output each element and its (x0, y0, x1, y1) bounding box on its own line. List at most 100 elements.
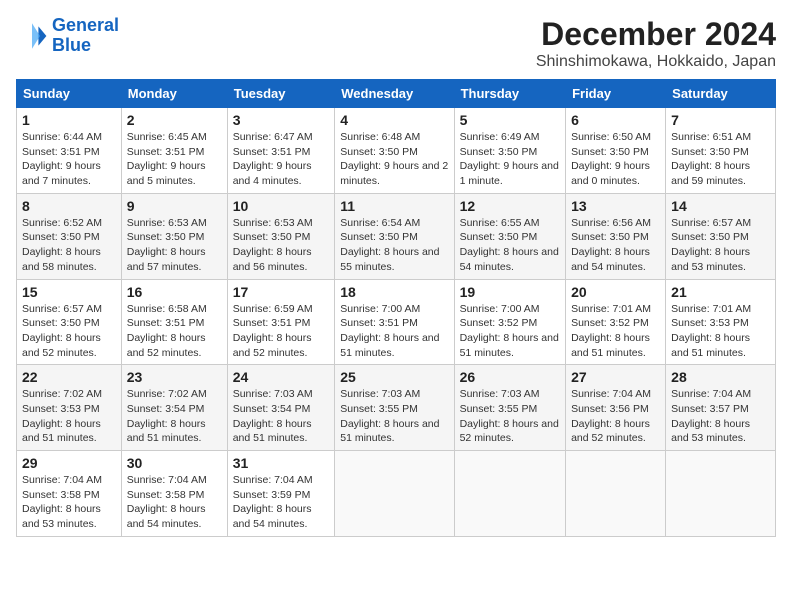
day-number: 18 (340, 284, 448, 300)
page-header: General Blue December 2024 Shinshimokawa… (16, 16, 776, 71)
calendar-cell (566, 451, 666, 537)
day-number: 11 (340, 198, 448, 214)
day-number: 21 (671, 284, 770, 300)
calendar-cell: 31 Sunrise: 7:04 AMSunset: 3:59 PMDayligh… (227, 451, 335, 537)
calendar-cell: 23 Sunrise: 7:02 AMSunset: 3:54 PMDayligh… (121, 365, 227, 451)
col-saturday: Saturday (666, 80, 776, 108)
day-number: 13 (571, 198, 660, 214)
day-info: Sunrise: 7:00 AMSunset: 3:52 PMDaylight:… (460, 302, 560, 361)
calendar-cell: 5 Sunrise: 6:49 AMSunset: 3:50 PMDaylight… (454, 108, 565, 194)
calendar-cell: 1 Sunrise: 6:44 AMSunset: 3:51 PMDaylight… (17, 108, 122, 194)
day-info: Sunrise: 7:03 AMSunset: 3:55 PMDaylight:… (340, 387, 448, 446)
day-info: Sunrise: 6:57 AMSunset: 3:50 PMDaylight:… (22, 302, 116, 361)
day-info: Sunrise: 7:04 AMSunset: 3:57 PMDaylight:… (671, 387, 770, 446)
col-tuesday: Tuesday (227, 80, 335, 108)
logo-line1: General (52, 15, 119, 35)
day-number: 17 (233, 284, 330, 300)
calendar-cell: 16 Sunrise: 6:58 AMSunset: 3:51 PMDayligh… (121, 279, 227, 365)
calendar-cell: 30Sunrise: 7:04 AMSunset: 3:58 PMDayligh… (121, 451, 227, 537)
day-number: 25 (340, 369, 448, 385)
calendar-cell: 13 Sunrise: 6:56 AMSunset: 3:50 PMDayligh… (566, 193, 666, 279)
calendar-cell: 28 Sunrise: 7:04 AMSunset: 3:57 PMDayligh… (666, 365, 776, 451)
logo-icon (16, 20, 48, 52)
day-number: 29 (22, 455, 116, 471)
calendar-cell: 19 Sunrise: 7:00 AMSunset: 3:52 PMDayligh… (454, 279, 565, 365)
calendar-week-row: 15 Sunrise: 6:57 AMSunset: 3:50 PMDayligh… (17, 279, 776, 365)
day-info: Sunrise: 7:01 AMSunset: 3:52 PMDaylight:… (571, 302, 660, 361)
calendar-header-row: Sunday Monday Tuesday Wednesday Thursday… (17, 80, 776, 108)
day-info: Sunrise: 6:51 AMSunset: 3:50 PMDaylight:… (671, 130, 770, 189)
calendar-cell: 7 Sunrise: 6:51 AMSunset: 3:50 PMDaylight… (666, 108, 776, 194)
calendar-cell: 9Sunrise: 6:53 AMSunset: 3:50 PMDaylight… (121, 193, 227, 279)
calendar-cell: 3Sunrise: 6:47 AMSunset: 3:51 PMDaylight… (227, 108, 335, 194)
calendar-cell (454, 451, 565, 537)
day-number: 20 (571, 284, 660, 300)
calendar-week-row: 22 Sunrise: 7:02 AMSunset: 3:53 PMDayligh… (17, 365, 776, 451)
calendar-cell: 11 Sunrise: 6:54 AMSunset: 3:50 PMDayligh… (335, 193, 454, 279)
calendar-cell: 15 Sunrise: 6:57 AMSunset: 3:50 PMDayligh… (17, 279, 122, 365)
calendar-cell: 21 Sunrise: 7:01 AMSunset: 3:53 PMDayligh… (666, 279, 776, 365)
calendar-week-row: 1 Sunrise: 6:44 AMSunset: 3:51 PMDaylight… (17, 108, 776, 194)
day-info: Sunrise: 7:01 AMSunset: 3:53 PMDaylight:… (671, 302, 770, 361)
day-number: 5 (460, 112, 560, 128)
day-info: Sunrise: 7:03 AMSunset: 3:54 PMDaylight:… (233, 387, 330, 446)
calendar-cell: 25 Sunrise: 7:03 AMSunset: 3:55 PMDayligh… (335, 365, 454, 451)
day-number: 28 (671, 369, 770, 385)
col-sunday: Sunday (17, 80, 122, 108)
day-number: 23 (127, 369, 222, 385)
day-number: 14 (671, 198, 770, 214)
day-number: 26 (460, 369, 560, 385)
day-info: Sunrise: 6:55 AMSunset: 3:50 PMDaylight:… (460, 216, 560, 275)
day-number: 2 (127, 112, 222, 128)
page-title: December 2024 (536, 16, 776, 53)
page-subtitle: Shinshimokawa, Hokkaido, Japan (536, 53, 776, 71)
day-info: Sunrise: 6:53 AMSunset: 3:50 PMDaylight:… (127, 216, 222, 275)
calendar-cell: 20 Sunrise: 7:01 AMSunset: 3:52 PMDayligh… (566, 279, 666, 365)
day-number: 15 (22, 284, 116, 300)
calendar-cell: 14Sunrise: 6:57 AMSunset: 3:50 PMDayligh… (666, 193, 776, 279)
day-info: Sunrise: 6:48 AMSunset: 3:50 PMDaylight:… (340, 130, 448, 189)
day-info: Sunrise: 6:50 AMSunset: 3:50 PMDaylight:… (571, 130, 660, 189)
day-info: Sunrise: 6:56 AMSunset: 3:50 PMDaylight:… (571, 216, 660, 275)
day-info: Sunrise: 6:47 AMSunset: 3:51 PMDaylight:… (233, 130, 330, 189)
day-info: Sunrise: 7:04 AMSunset: 3:58 PMDaylight:… (22, 473, 116, 532)
calendar-cell (335, 451, 454, 537)
day-number: 27 (571, 369, 660, 385)
day-info: Sunrise: 7:02 AMSunset: 3:54 PMDaylight:… (127, 387, 222, 446)
day-number: 16 (127, 284, 222, 300)
logo-line2: Blue (52, 35, 91, 55)
day-info: Sunrise: 6:44 AMSunset: 3:51 PMDaylight:… (22, 130, 116, 189)
day-number: 22 (22, 369, 116, 385)
calendar-cell: 18 Sunrise: 7:00 AMSunset: 3:51 PMDayligh… (335, 279, 454, 365)
day-number: 7 (671, 112, 770, 128)
calendar-cell: 27 Sunrise: 7:04 AMSunset: 3:56 PMDayligh… (566, 365, 666, 451)
day-info: Sunrise: 6:59 AMSunset: 3:51 PMDaylight:… (233, 302, 330, 361)
logo: General Blue (16, 16, 119, 56)
day-number: 1 (22, 112, 116, 128)
calendar-cell (666, 451, 776, 537)
calendar-week-row: 29 Sunrise: 7:04 AMSunset: 3:58 PMDayligh… (17, 451, 776, 537)
day-info: Sunrise: 7:03 AMSunset: 3:55 PMDaylight:… (460, 387, 560, 446)
day-info: Sunrise: 7:04 AMSunset: 3:59 PMDaylight:… (233, 473, 330, 532)
calendar-cell: 17 Sunrise: 6:59 AMSunset: 3:51 PMDayligh… (227, 279, 335, 365)
calendar-cell: 8Sunrise: 6:52 AMSunset: 3:50 PMDaylight… (17, 193, 122, 279)
day-info: Sunrise: 7:00 AMSunset: 3:51 PMDaylight:… (340, 302, 448, 361)
col-wednesday: Wednesday (335, 80, 454, 108)
day-number: 31 (233, 455, 330, 471)
calendar-cell: 24Sunrise: 7:03 AMSunset: 3:54 PMDayligh… (227, 365, 335, 451)
calendar-cell: 4Sunrise: 6:48 AMSunset: 3:50 PMDaylight… (335, 108, 454, 194)
col-monday: Monday (121, 80, 227, 108)
calendar-cell: 29 Sunrise: 7:04 AMSunset: 3:58 PMDayligh… (17, 451, 122, 537)
calendar-table: Sunday Monday Tuesday Wednesday Thursday… (16, 79, 776, 537)
calendar-cell: 22 Sunrise: 7:02 AMSunset: 3:53 PMDayligh… (17, 365, 122, 451)
calendar-cell: 10Sunrise: 6:53 AMSunset: 3:50 PMDayligh… (227, 193, 335, 279)
day-info: Sunrise: 6:54 AMSunset: 3:50 PMDaylight:… (340, 216, 448, 275)
day-info: Sunrise: 6:58 AMSunset: 3:51 PMDaylight:… (127, 302, 222, 361)
day-number: 6 (571, 112, 660, 128)
logo-text: General Blue (52, 16, 119, 56)
day-info: Sunrise: 6:49 AMSunset: 3:50 PMDaylight:… (460, 130, 560, 189)
col-friday: Friday (566, 80, 666, 108)
day-info: Sunrise: 7:04 AMSunset: 3:56 PMDaylight:… (571, 387, 660, 446)
day-number: 19 (460, 284, 560, 300)
day-info: Sunrise: 7:02 AMSunset: 3:53 PMDaylight:… (22, 387, 116, 446)
